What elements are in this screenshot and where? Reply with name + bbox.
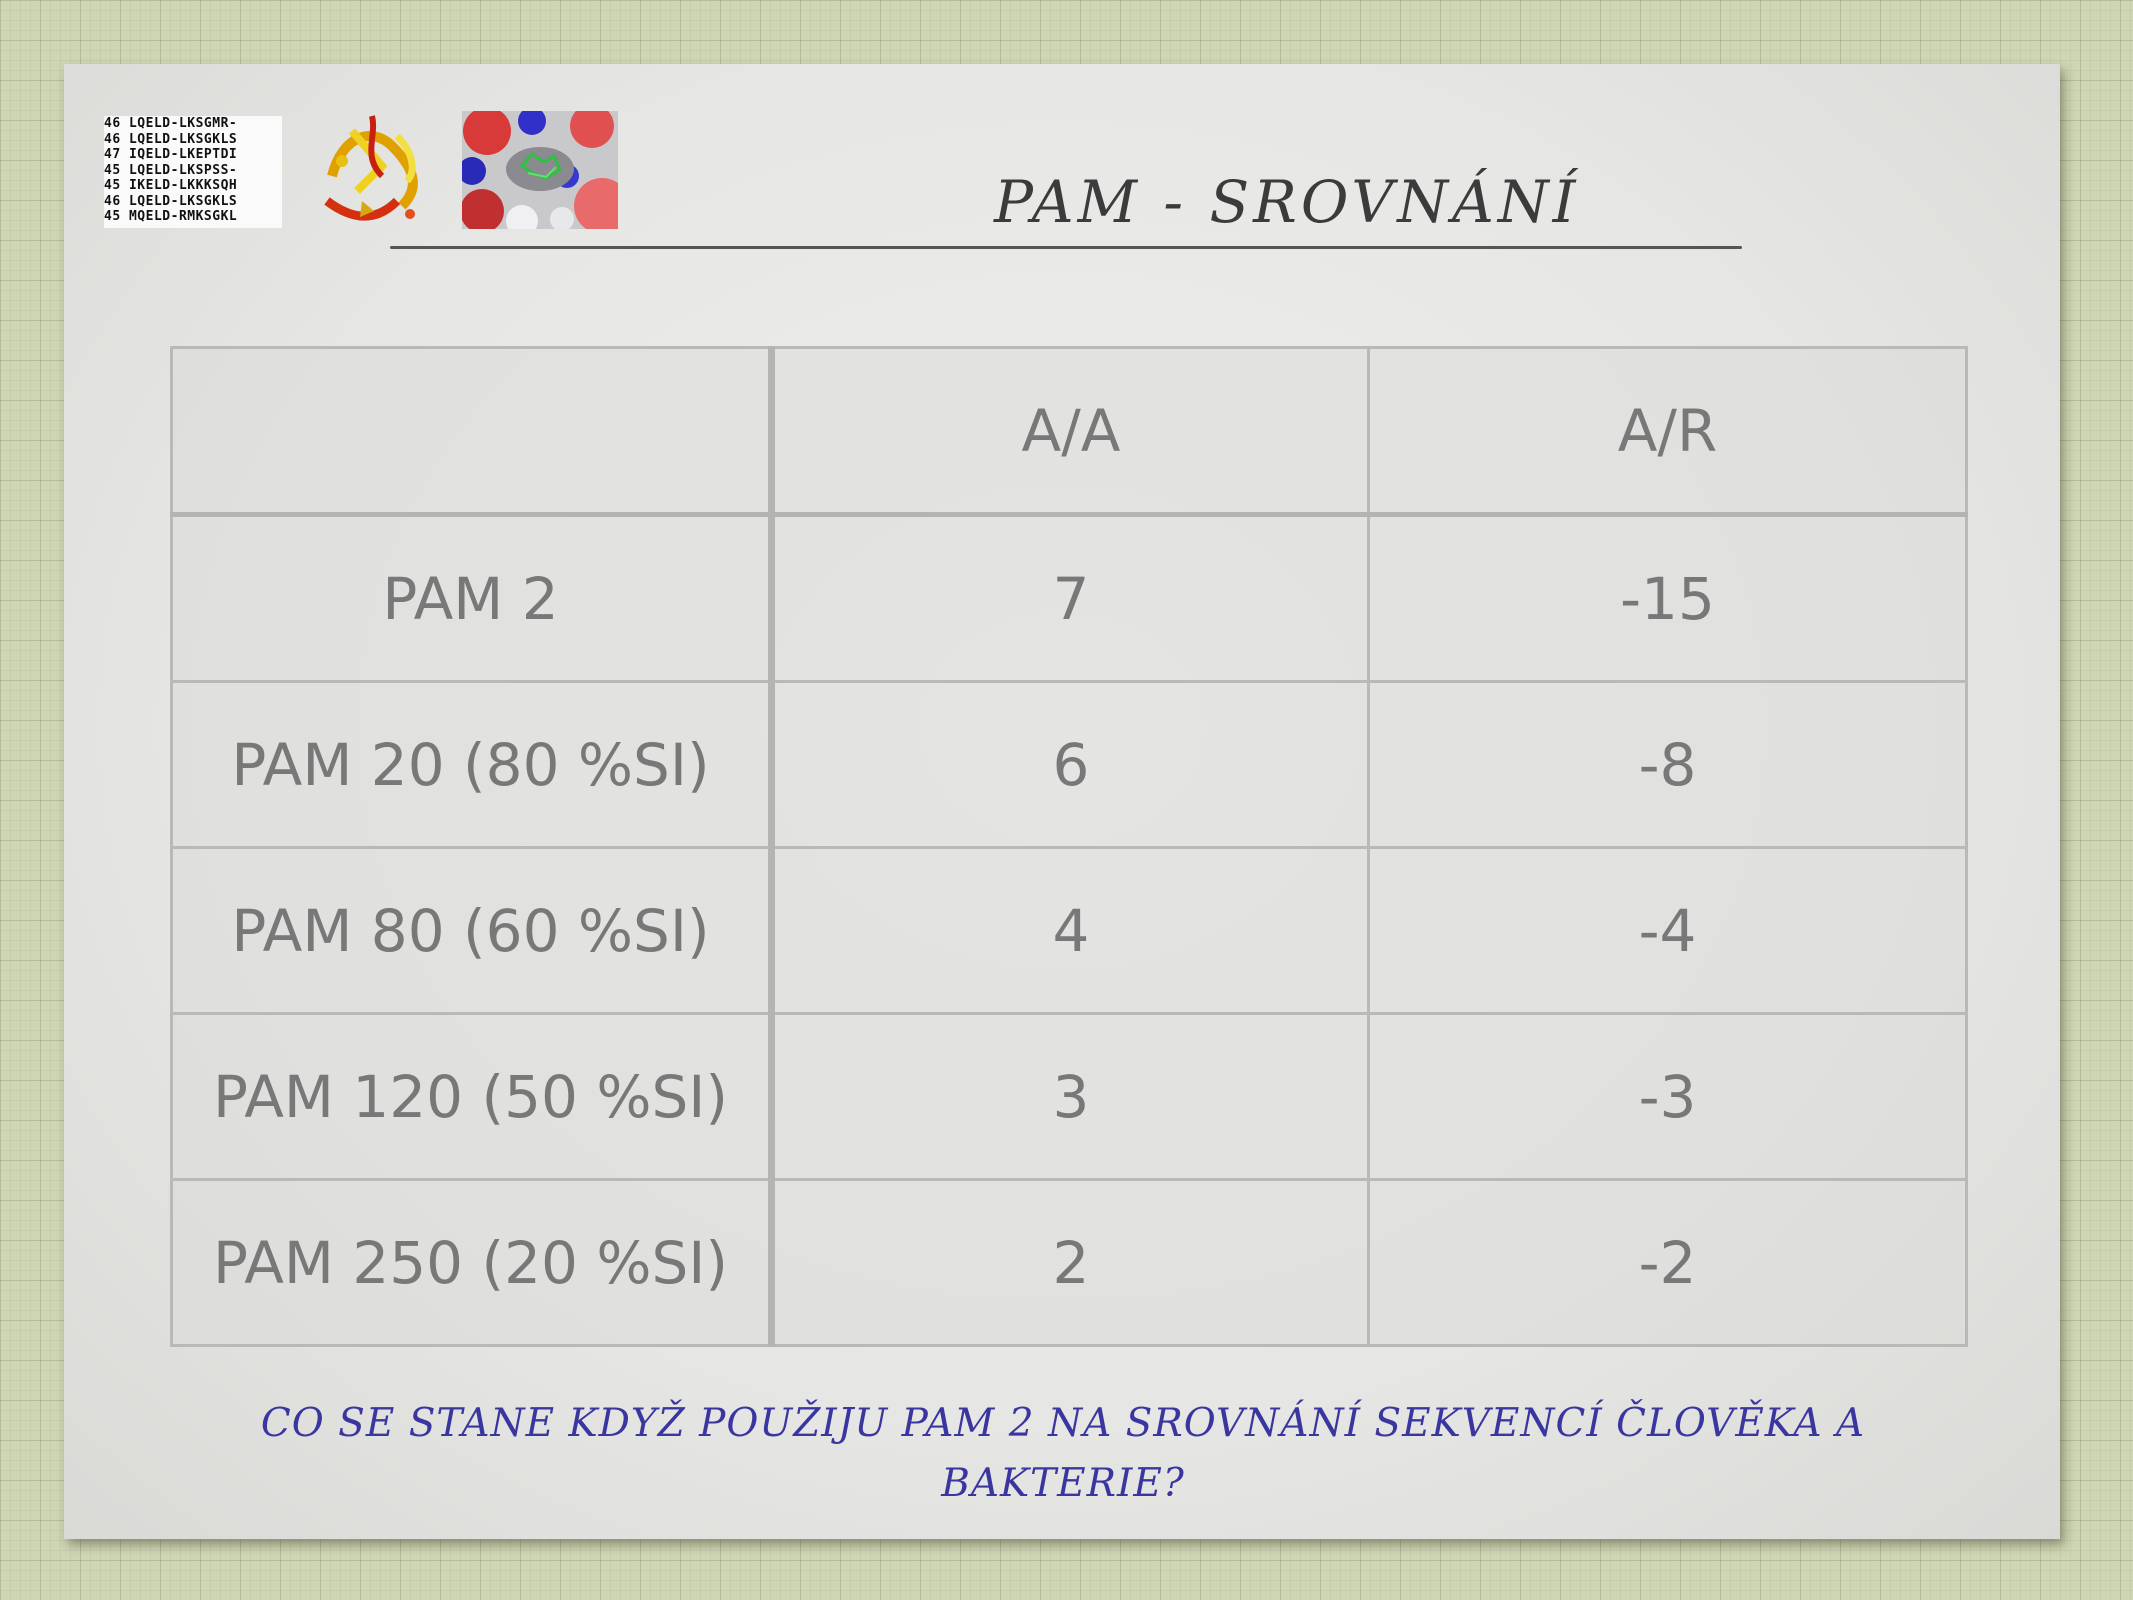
alignment-line: 46 LQELD-LKSGKLS — [104, 131, 238, 147]
alignment-line: 45 LQELD-LKSPSS- — [104, 162, 238, 178]
ar-score-cell: -15 — [1367, 513, 1968, 683]
alignment-line: 45 IKELD-LKKKSQH — [104, 178, 238, 193]
aa-score-cell: 6 — [770, 680, 1370, 849]
row-label: PAM 20 (80 %SI) — [170, 680, 775, 849]
ar-score-cell: -4 — [1367, 846, 1968, 1015]
alignment-line: 47 IQELD-LKEPTDI — [104, 147, 238, 162]
row-label: PAM 2 — [170, 513, 775, 683]
sequence-alignment-image: 46 LQELD-LKSGMR- 46 LQELD-LKSGKLS 47 IQELD… — [104, 116, 282, 228]
alignment-line: 46 LQELD-LKSGMR- — [104, 116, 238, 131]
pam-comparison-table: A/A A/R PAM 2 7 -15 PAM 20 (80 %SI) 6 -8… — [170, 346, 1968, 1347]
column-header — [170, 346, 775, 517]
row-label: PAM 80 (60 %SI) — [170, 846, 775, 1015]
row-label: PAM 120 (50 %SI) — [170, 1012, 775, 1181]
ar-score-cell: -3 — [1367, 1012, 1968, 1181]
table-header-row: A/A A/R — [170, 346, 1968, 517]
aa-score-cell: 7 — [770, 513, 1370, 683]
ar-score-cell: -8 — [1367, 680, 1968, 849]
aa-score-cell: 2 — [770, 1178, 1370, 1347]
table-row: PAM 120 (50 %SI) 3 -3 — [170, 1012, 1968, 1181]
title-underline — [390, 246, 1742, 249]
table-row: PAM 20 (80 %SI) 6 -8 — [170, 680, 1968, 849]
table-row: PAM 2 7 -15 — [170, 513, 1968, 683]
column-header: A/R — [1367, 346, 1968, 517]
ar-score-cell: -2 — [1367, 1178, 1968, 1347]
column-header: A/A — [770, 346, 1370, 517]
table-row: PAM 80 (60 %SI) 4 -4 — [170, 846, 1968, 1015]
alignment-line: 46 LQELD-LKSGKLS — [104, 193, 238, 209]
protein-ribbon-image — [324, 115, 418, 221]
page-title: PAM - SROVNÁNÍ — [994, 168, 1580, 236]
question-text: CO SE STANE KDYŽ POUŽIJU PAM 2 NA SROVNÁ… — [260, 1401, 1866, 1506]
row-label: PAM 250 (20 %SI) — [170, 1178, 775, 1347]
slide: 46 LQELD-LKSGMR- 46 LQELD-LKSGKLS 47 IQELD… — [64, 64, 2060, 1539]
table-row: PAM 250 (20 %SI) 2 -2 — [170, 1178, 1968, 1347]
molecular-surface-image — [462, 111, 618, 229]
aa-score-cell: 4 — [770, 846, 1370, 1015]
aa-score-cell: 3 — [770, 1012, 1370, 1181]
alignment-line: 45 MQELD-RMKSGKL — [104, 209, 238, 224]
